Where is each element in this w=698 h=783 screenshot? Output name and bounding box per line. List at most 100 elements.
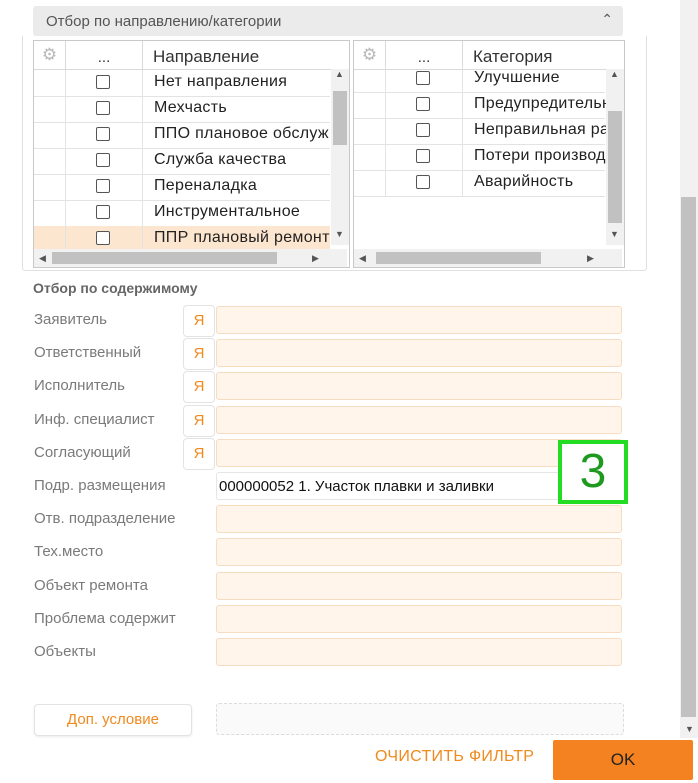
checkbox[interactable]	[96, 205, 110, 219]
scroll-up-arrow-icon[interactable]: ▲	[335, 69, 344, 79]
grid-row[interactable]: Мехчасть	[34, 96, 330, 123]
scroll-down-arrow-icon[interactable]: ▼	[685, 724, 694, 734]
horizontal-scrollbar[interactable]: ◀ ▶	[354, 249, 622, 267]
row-label: Мехчасть	[154, 99, 228, 116]
scroll-up-arrow-icon[interactable]: ▲	[610, 69, 619, 79]
scroll-left-arrow-icon[interactable]: ◀	[39, 253, 46, 264]
gear-icon[interactable]: ⚙	[34, 41, 66, 69]
grid-row[interactable]: Улучшение	[354, 66, 605, 93]
grid-row[interactable]: Неправильная работа	[354, 118, 624, 145]
row-label: ППО плановое обслуж	[154, 125, 329, 142]
gear-icon[interactable]: ⚙	[354, 41, 386, 69]
checkbox[interactable]	[96, 101, 110, 115]
checkbox[interactable]	[96, 231, 110, 245]
field-label: Отв. подразделение	[34, 510, 176, 528]
field-label: Согласующий	[34, 443, 131, 461]
grid-row[interactable]: Переналадка	[34, 174, 330, 201]
assign-self-button[interactable]: Я	[183, 305, 215, 337]
section-title: Отбор по направлению/категории	[46, 13, 282, 30]
checkbox[interactable]	[96, 179, 110, 193]
checkbox[interactable]	[96, 153, 110, 167]
filter-input[interactable]	[216, 638, 622, 666]
row-indicator	[354, 118, 386, 144]
category-grid: ⚙ ... Категория Улучшение Предупредительн…	[353, 40, 625, 268]
field-label: Тех.место	[34, 543, 104, 561]
assign-self-button[interactable]: Я	[183, 437, 215, 470]
page-scrollbar[interactable]: ▼	[680, 0, 698, 738]
row-checkbox-cell	[66, 174, 143, 200]
grid-row[interactable]: Предупредительный	[354, 92, 624, 119]
extra-condition-button[interactable]: Доп. условие	[34, 704, 192, 736]
filter-input[interactable]	[216, 505, 622, 534]
row-label: Потери производства	[474, 147, 625, 164]
row-label: Аварийность	[474, 173, 574, 190]
checkbox[interactable]	[416, 71, 430, 85]
row-label: ППР плановый ремонт	[154, 229, 330, 246]
row-indicator	[34, 70, 66, 96]
row-label: Служба качества	[154, 151, 287, 168]
checkbox[interactable]	[416, 123, 430, 137]
row-indicator	[34, 148, 66, 174]
filter-input[interactable]	[216, 604, 622, 633]
scroll-thumb[interactable]	[52, 252, 277, 264]
checkbox[interactable]	[416, 175, 430, 189]
column-header-checkbox: ...	[66, 41, 143, 69]
grid-row[interactable]: Инструментальное	[34, 200, 330, 227]
field-label: Инф. специалист	[34, 410, 155, 428]
column-header-direction[interactable]: Направление	[153, 47, 259, 67]
vertical-scrollbar[interactable]: ▲ ▼	[606, 69, 624, 245]
assign-self-button[interactable]: Я	[183, 371, 215, 404]
field-label: Ответственный	[34, 344, 142, 362]
scroll-right-arrow-icon[interactable]: ▶	[587, 253, 594, 264]
filter-input[interactable]	[216, 372, 622, 401]
page-scroll-thumb[interactable]	[681, 197, 696, 717]
extra-condition-field[interactable]	[216, 703, 624, 735]
grid-row[interactable]: Нет направления	[34, 70, 330, 97]
filter-input[interactable]	[216, 571, 622, 600]
column-header-category[interactable]: Категория	[473, 47, 552, 67]
row-indicator	[354, 144, 386, 170]
row-indicator	[34, 122, 66, 148]
clear-filter-button[interactable]: ОЧИСТИТЬ ФИЛЬТР	[375, 748, 534, 766]
row-indicator	[34, 96, 66, 122]
scroll-right-arrow-icon[interactable]: ▶	[312, 253, 319, 264]
row-checkbox-cell	[386, 66, 463, 92]
row-indicator	[354, 170, 386, 196]
row-label: Нет направления	[154, 73, 288, 90]
checkbox[interactable]	[416, 149, 430, 163]
row-checkbox-cell	[386, 170, 463, 196]
vertical-scrollbar[interactable]: ▲ ▼	[331, 69, 349, 245]
field-label: Объект ремонта	[34, 576, 148, 594]
scroll-down-arrow-icon[interactable]: ▼	[335, 229, 344, 239]
filter-input[interactable]	[216, 306, 622, 334]
scroll-left-arrow-icon[interactable]: ◀	[359, 253, 366, 264]
grid-row[interactable]: Служба качества	[34, 148, 330, 175]
checkbox[interactable]	[416, 97, 430, 111]
checkbox[interactable]	[96, 127, 110, 141]
scroll-thumb[interactable]	[608, 111, 622, 223]
ok-button[interactable]: OK	[553, 740, 693, 780]
row-checkbox-cell	[386, 92, 463, 118]
grid-row[interactable]: Потери производства	[354, 144, 624, 171]
row-indicator	[354, 92, 386, 118]
filter-input[interactable]	[216, 538, 622, 567]
content-filter-title: Отбор по содержимому	[33, 280, 198, 296]
direction-category-header[interactable]: Отбор по направлению/категории ⌃	[33, 6, 623, 36]
scroll-down-arrow-icon[interactable]: ▼	[610, 229, 619, 239]
assign-self-button[interactable]: Я	[183, 338, 215, 371]
chevron-up-icon[interactable]: ⌃	[601, 11, 613, 28]
scroll-thumb[interactable]	[376, 252, 541, 264]
scroll-thumb[interactable]	[333, 91, 347, 145]
filter-input[interactable]	[216, 339, 622, 368]
grid-row[interactable]: Аварийность	[354, 170, 605, 197]
checkbox[interactable]	[96, 75, 110, 89]
filter-input[interactable]	[216, 405, 622, 434]
assign-self-button[interactable]: Я	[183, 404, 215, 437]
grid-header: ⚙ ... Направление	[34, 41, 349, 70]
field-label: Объекты	[34, 643, 96, 660]
row-label: Инструментальное	[154, 203, 301, 220]
column-header-checkbox: ...	[386, 41, 463, 69]
row-checkbox-cell	[66, 148, 143, 174]
grid-row[interactable]: ППО плановое обслуж	[34, 122, 330, 149]
horizontal-scrollbar[interactable]: ◀ ▶	[34, 249, 347, 267]
